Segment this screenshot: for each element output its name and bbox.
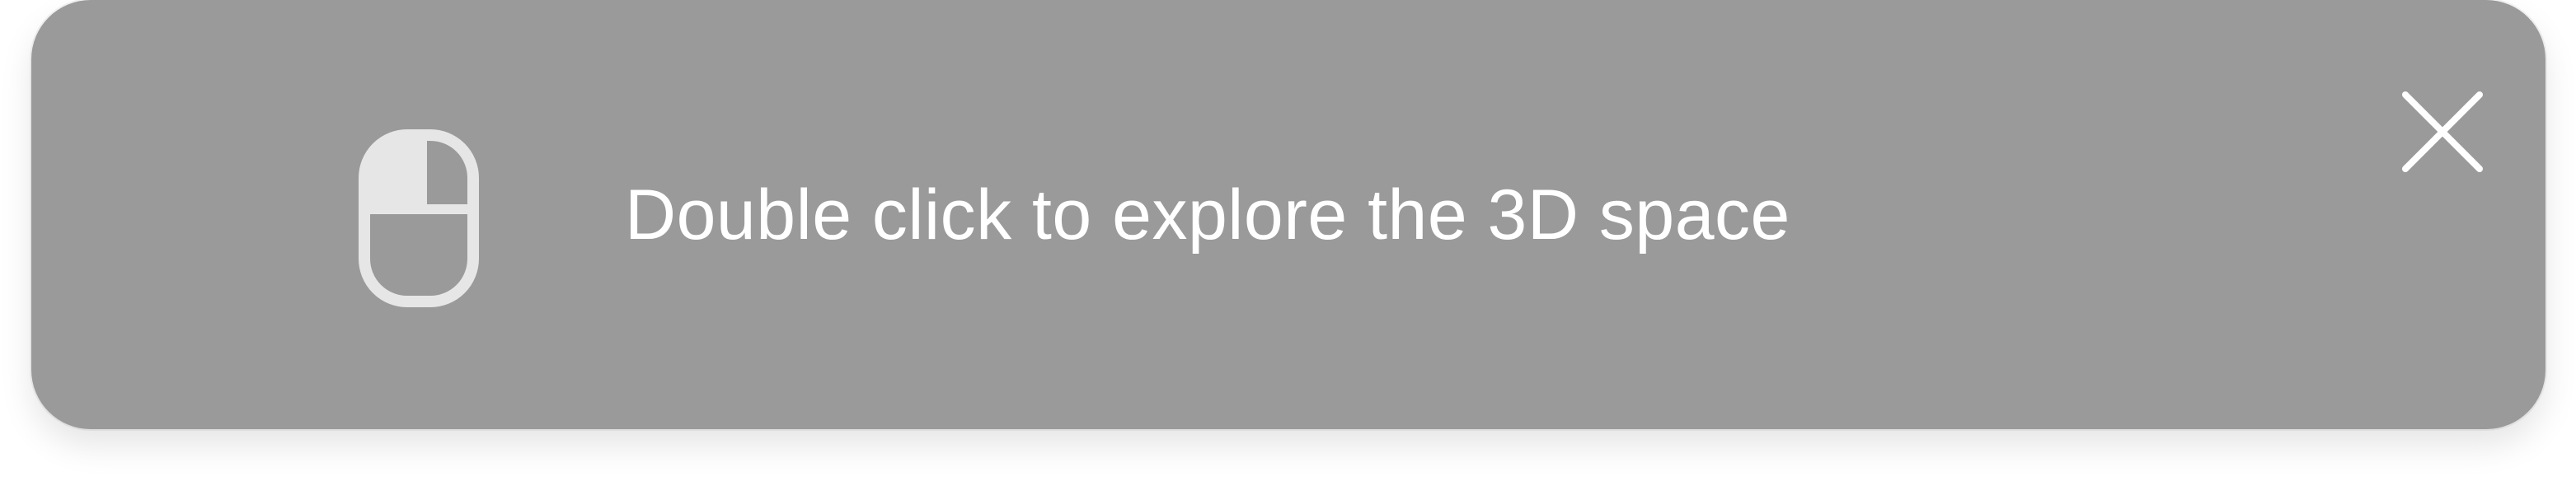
mouse-icon bbox=[353, 124, 518, 313]
hint-toast: Double click to explore the 3D space bbox=[31, 0, 2546, 429]
close-icon bbox=[2402, 91, 2483, 172]
stage: Double click to explore the 3D space bbox=[0, 0, 2576, 500]
close-button[interactable] bbox=[2393, 78, 2500, 185]
hint-message: Double click to explore the 3D space bbox=[625, 175, 1790, 255]
